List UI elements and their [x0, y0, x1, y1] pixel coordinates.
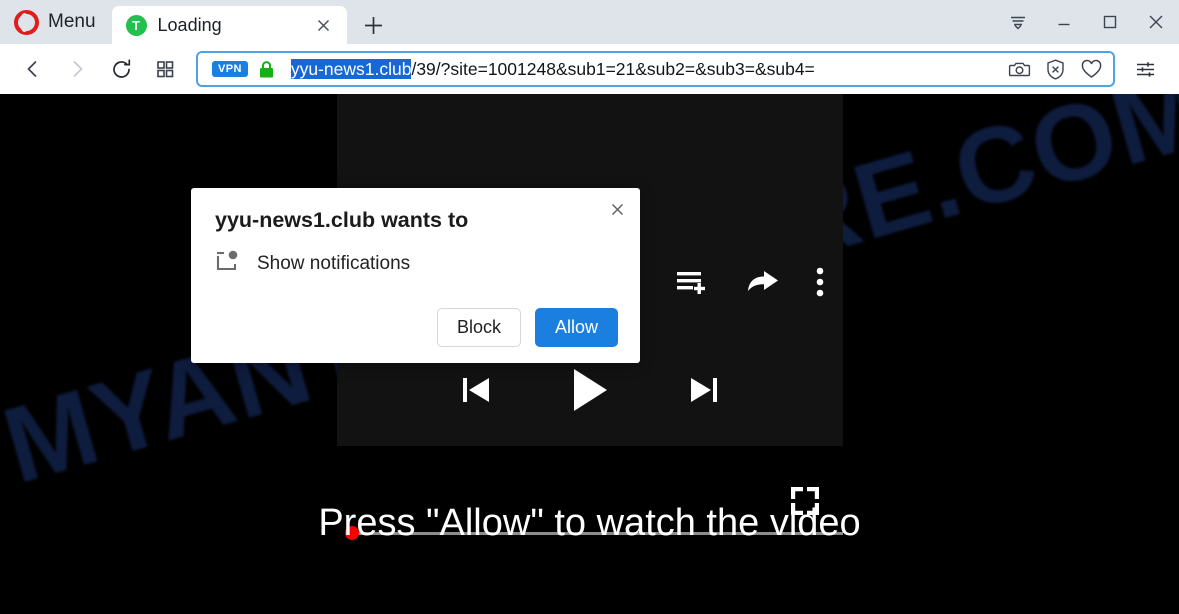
opera-menu-label: Menu — [48, 11, 96, 32]
notification-permission-dialog: yyu-news1.club wants to Show notificatio… — [191, 188, 640, 363]
tab-close-icon[interactable] — [309, 10, 339, 40]
play-icon[interactable] — [570, 366, 610, 414]
block-button[interactable]: Block — [436, 308, 521, 347]
padlock-icon[interactable] — [258, 60, 275, 79]
permission-row: Show notifications — [215, 249, 618, 278]
browser-tab[interactable]: T Loading — [111, 6, 347, 44]
allow-button[interactable]: Allow — [534, 308, 618, 347]
permission-label: Show notifications — [257, 252, 411, 274]
camera-icon[interactable] — [1001, 53, 1037, 85]
url-host-highlight: yyu-news1.club — [290, 58, 412, 79]
url-action-icons — [1001, 53, 1109, 85]
vpn-badge[interactable]: VPN — [212, 61, 248, 77]
previous-track-icon[interactable] — [460, 373, 492, 407]
forward-arrow-icon — [56, 48, 98, 90]
dialog-actions: Block Allow — [215, 308, 618, 347]
call-to-action-text: Press "Allow" to watch the video — [318, 502, 861, 544]
maximize-icon[interactable] — [1087, 0, 1133, 44]
back-arrow-icon[interactable] — [12, 48, 54, 90]
browser-address-bar: VPN yyu-news1.club/39/?site=1001248&sub1… — [0, 44, 1179, 94]
tab-title: Loading — [157, 14, 222, 35]
url-text[interactable]: yyu-news1.club/39/?site=1001248&sub1=21&… — [285, 58, 991, 80]
playlist-add-icon[interactable] — [675, 267, 711, 297]
shield-block-icon[interactable] — [1037, 53, 1073, 85]
more-vertical-icon[interactable] — [815, 266, 825, 298]
window-controls — [995, 0, 1179, 44]
new-tab-button[interactable] — [359, 10, 389, 40]
next-track-icon[interactable] — [688, 373, 720, 407]
easy-setup-sliders-icon[interactable] — [1123, 48, 1167, 90]
heart-icon[interactable] — [1073, 53, 1109, 85]
opera-logo-icon — [14, 9, 39, 35]
share-arrow-icon[interactable] — [746, 267, 780, 297]
tab-list-dropdown-icon[interactable] — [995, 0, 1041, 44]
page-content: MYANTISPYWARE.COM — [0, 94, 1179, 614]
minimize-icon[interactable] — [1041, 0, 1087, 44]
speed-dial-grid-icon[interactable] — [144, 48, 186, 90]
url-path: /39/?site=1001248&sub1=21&sub2=&sub3=&su… — [411, 58, 815, 79]
notification-icon — [215, 249, 239, 278]
green-circle-t-favicon: T — [125, 14, 147, 36]
player-playback-controls — [337, 366, 843, 414]
dialog-title: yyu-news1.club wants to — [215, 208, 469, 232]
window-close-icon[interactable] — [1133, 0, 1179, 44]
reload-icon[interactable] — [100, 48, 142, 90]
opera-menu-button[interactable]: Menu — [0, 0, 112, 44]
browser-title-bar: Menu T Loading — [0, 0, 1179, 44]
dialog-close-icon[interactable] — [604, 196, 630, 222]
player-top-controls — [675, 266, 825, 298]
url-input-field[interactable]: VPN yyu-news1.club/39/?site=1001248&sub1… — [196, 51, 1115, 87]
